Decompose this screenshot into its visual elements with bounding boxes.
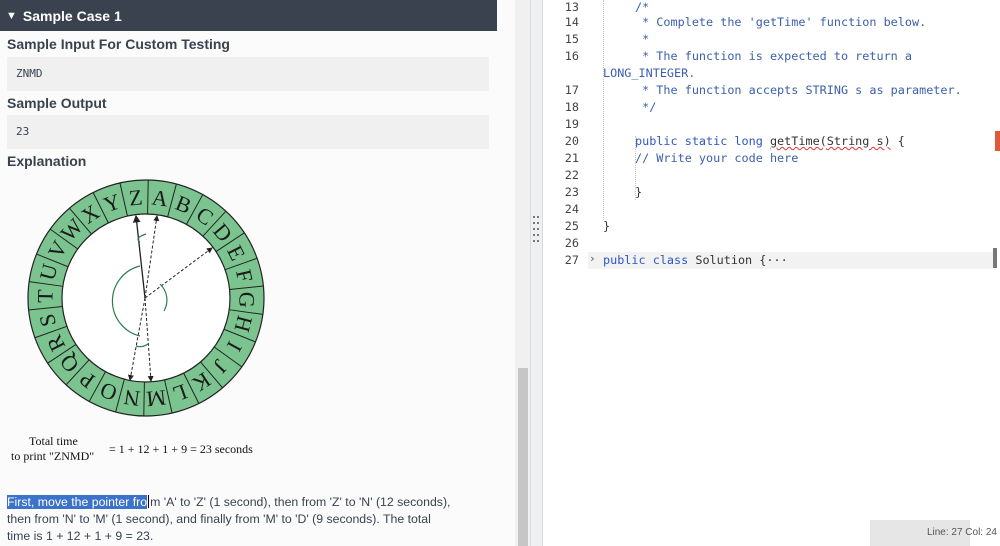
line-number: 16: [564, 49, 579, 63]
code-line: * The function accepts STRING s as param…: [635, 83, 962, 97]
line-number: 14: [564, 15, 579, 29]
text-cursor: [148, 495, 150, 508]
class-declaration[interactable]: public class Solution {···: [603, 253, 788, 267]
explanation-title: Explanation: [7, 153, 87, 169]
chevron-right-icon[interactable]: ›: [589, 252, 596, 265]
method-name: getTime(String s): [769, 134, 891, 148]
wheel-letter: T: [32, 289, 57, 303]
sample-case-header[interactable]: ▼ Sample Case 1: [0, 0, 497, 31]
explanation-line1-rest: m 'A' to 'Z' (1 second), then from 'Z' t…: [150, 495, 451, 509]
wheel-letter: M: [145, 385, 167, 412]
caption-line2: to print "ZNMD": [11, 449, 95, 463]
wheel-divider: [147, 180, 149, 215]
sample-input-title: Sample Input For Custom Testing: [7, 36, 230, 52]
sample-output-value: 23: [16, 125, 30, 138]
error-marker[interactable]: [995, 131, 1000, 151]
sample-output-title: Sample Output: [7, 95, 107, 111]
explanation-line2: then from 'N' to 'M' (1 second), and fin…: [7, 512, 431, 526]
line-number: 21: [564, 151, 579, 165]
explanation-line3: time is 1 + 12 + 1 + 9 = 23.: [7, 529, 154, 543]
code-line: *: [635, 32, 650, 46]
code-line: }: [603, 219, 611, 233]
code-line: */: [635, 100, 657, 114]
code-line: // Write your code here: [635, 151, 799, 165]
sample-input-box: ZNMD: [7, 57, 489, 91]
line-number: 18: [564, 100, 579, 114]
problem-panel: ▼ Sample Case 1 Sample Input For Custom …: [0, 0, 530, 546]
line-number: 25: [564, 219, 579, 233]
wheel-inner-circle: [61, 213, 231, 383]
line-number: 20: [564, 134, 579, 148]
line-number-gutter: [543, 0, 587, 546]
wheel-letter: Z: [128, 184, 144, 210]
line-number: 27: [564, 253, 579, 267]
drag-handle-icon[interactable]: [533, 216, 540, 246]
code-line: * Complete the 'getTime' function below.: [635, 15, 927, 29]
caption-line1: Total time: [29, 434, 78, 448]
overview-ruler-marker: [993, 248, 997, 268]
line-number: 13: [564, 0, 579, 14]
line-number: 22: [564, 168, 579, 182]
code-line-wrap: LONG_INTEGER.: [603, 66, 696, 80]
selected-text[interactable]: First, move the pointer fro: [7, 495, 148, 509]
code-editor[interactable]: 13 /* 14 * Complete the 'getTime' functi…: [543, 0, 1000, 546]
code-line: }: [635, 185, 643, 199]
scrollbar-thumb[interactable]: [518, 368, 528, 546]
code-line: /*: [635, 0, 650, 14]
wheel-letter: G: [234, 292, 259, 308]
sample-case-title: Sample Case 1: [22, 7, 122, 24]
wheel-divider: [143, 381, 145, 416]
line-number: 24: [564, 202, 579, 216]
line-number: 17: [564, 83, 579, 97]
method-signature: public static long getTime(String s) {: [635, 134, 905, 148]
caret-down-icon: ▼: [6, 9, 17, 22]
line-number: 15: [564, 32, 579, 46]
indent-guide: [603, 0, 604, 220]
line-number: 23: [564, 185, 579, 199]
letter-wheel-diagram: A BCDEFGHIJKLMNOPQRSTUVWXY Z: [27, 179, 265, 417]
panel-splitter[interactable]: [530, 0, 543, 546]
line-number: 26: [564, 236, 579, 250]
code-line: * The function is expected to return a: [635, 49, 912, 63]
sample-output-box: 23: [7, 115, 489, 149]
explanation-text: First, move the pointer fro m 'A' to 'Z' …: [7, 494, 507, 545]
sample-input-value: ZNMD: [16, 67, 43, 80]
line-number: 19: [564, 117, 579, 131]
caption-formula: = 1 + 12 + 1 + 9 = 23 seconds: [109, 442, 253, 456]
cursor-position-status: Line: 27 Col: 24: [926, 527, 997, 538]
